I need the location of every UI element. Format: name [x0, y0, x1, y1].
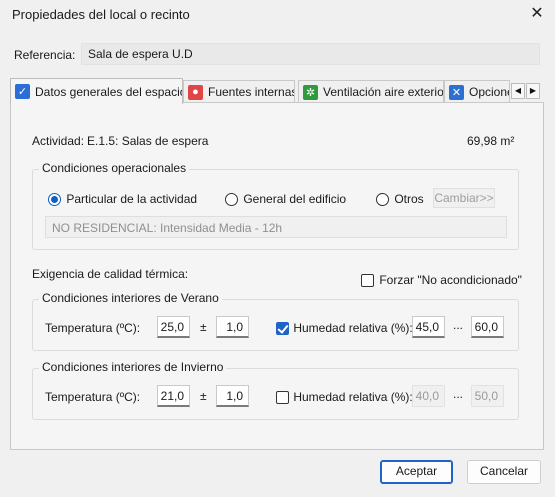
group-title: Condiciones interiores de Verano	[39, 291, 222, 305]
cancel-button[interactable]: Cancelar	[467, 460, 541, 484]
tab-ventilacion[interactable]: ✲ Ventilación aire exterior	[298, 80, 444, 103]
winter-tolerance-input[interactable]: 1,0	[216, 385, 249, 407]
tab-label: Ventilación aire exterior	[323, 85, 444, 99]
radio-otros[interactable]: Otros	[376, 192, 424, 207]
radio-label: General del edificio	[243, 192, 347, 206]
tab-fuentes-internas[interactable]: ● Fuentes internas	[183, 80, 295, 103]
radio-selected-icon	[48, 193, 61, 207]
temperature-label: Temperatura (ºC):	[45, 321, 141, 335]
close-icon[interactable]: ✕	[524, 2, 550, 26]
tab-panel: Actividad: E.1.5: Salas de espera 69,98 …	[10, 102, 544, 450]
change-button[interactable]: Cambiar>>	[433, 188, 495, 208]
tools-icon: ✕	[449, 84, 464, 100]
summer-humidity-max-input[interactable]: 60,0	[471, 316, 504, 338]
radio-icon	[376, 193, 389, 207]
temperature-label: Temperatura (ºC):	[45, 390, 141, 404]
plus-minus-icon: ±	[200, 320, 207, 334]
winter-temperature-input[interactable]: 21,0	[157, 385, 190, 407]
thermal-quality-label: Exigencia de calidad térmica:	[32, 267, 189, 281]
operational-conditions-group: Condiciones operacionales Particular de …	[32, 161, 519, 250]
tab-label: Datos generales del espacio	[35, 84, 183, 99]
checkbox-label: Humedad relativa (%):	[293, 390, 413, 404]
reference-field[interactable]: Sala de espera U.D	[81, 43, 540, 65]
checkbox-icon: ✓	[15, 84, 30, 99]
range-separator: ...	[453, 387, 464, 401]
area-value: 69,98 m²	[467, 134, 515, 148]
summer-conditions-group: Condiciones interiores de Verano Tempera…	[32, 291, 519, 351]
activity-value: E.1.5: Salas de espera	[87, 134, 209, 148]
reference-label: Referencia:	[14, 48, 76, 62]
tab-strip: ✓ Datos generales del espacio ● Fuentes …	[10, 78, 545, 104]
accept-button[interactable]: Aceptar	[380, 460, 453, 484]
group-title: Condiciones operacionales	[39, 161, 190, 175]
tab-datos-generales[interactable]: ✓ Datos generales del espacio	[10, 78, 183, 104]
tab-scroll-left-icon[interactable]: ◀	[511, 83, 525, 99]
ventilation-icon: ✲	[303, 84, 318, 100]
force-not-conditioned-checkbox[interactable]: Forzar "No acondicionado"	[361, 273, 522, 288]
winter-humidity-checkbox[interactable]: Humedad relativa (%):	[276, 390, 413, 405]
radio-general[interactable]: General del edificio	[225, 192, 347, 207]
radio-label: Otros	[394, 192, 424, 206]
checkbox-checked-icon	[276, 322, 289, 336]
checkbox-icon	[361, 274, 374, 288]
winter-conditions-group: Condiciones interiores de Invierno Tempe…	[32, 360, 519, 420]
operational-description: NO RESIDENCIAL: Intensidad Media - 12h	[45, 216, 507, 238]
internal-sources-icon: ●	[188, 84, 203, 100]
checkbox-label: Forzar "No acondicionado"	[379, 273, 522, 287]
plus-minus-icon: ±	[200, 389, 207, 403]
radio-particular[interactable]: Particular de la actividad	[48, 192, 198, 207]
window-title: Propiedades del local o recinto	[12, 7, 190, 22]
tab-scroll-right-icon[interactable]: ▶	[526, 83, 540, 99]
range-separator: ...	[453, 318, 464, 332]
tab-opciones[interactable]: ✕ Opcione	[444, 80, 510, 103]
group-title: Condiciones interiores de Invierno	[39, 360, 227, 374]
summer-tolerance-input[interactable]: 1,0	[216, 316, 249, 338]
activity-label: Actividad:	[32, 134, 85, 148]
summer-humidity-checkbox[interactable]: Humedad relativa (%):	[276, 321, 413, 336]
tab-label: Opcione	[469, 85, 510, 99]
summer-humidity-min-input[interactable]: 45,0	[412, 316, 445, 338]
radio-icon	[225, 193, 238, 207]
tab-label: Fuentes internas	[208, 85, 295, 99]
checkbox-label: Humedad relativa (%):	[293, 321, 413, 335]
summer-temperature-input[interactable]: 25,0	[157, 316, 190, 338]
winter-humidity-max-input: 50,0	[471, 385, 504, 407]
winter-humidity-min-input: 40,0	[412, 385, 445, 407]
checkbox-icon	[276, 391, 289, 405]
radio-label: Particular de la actividad	[66, 192, 198, 206]
